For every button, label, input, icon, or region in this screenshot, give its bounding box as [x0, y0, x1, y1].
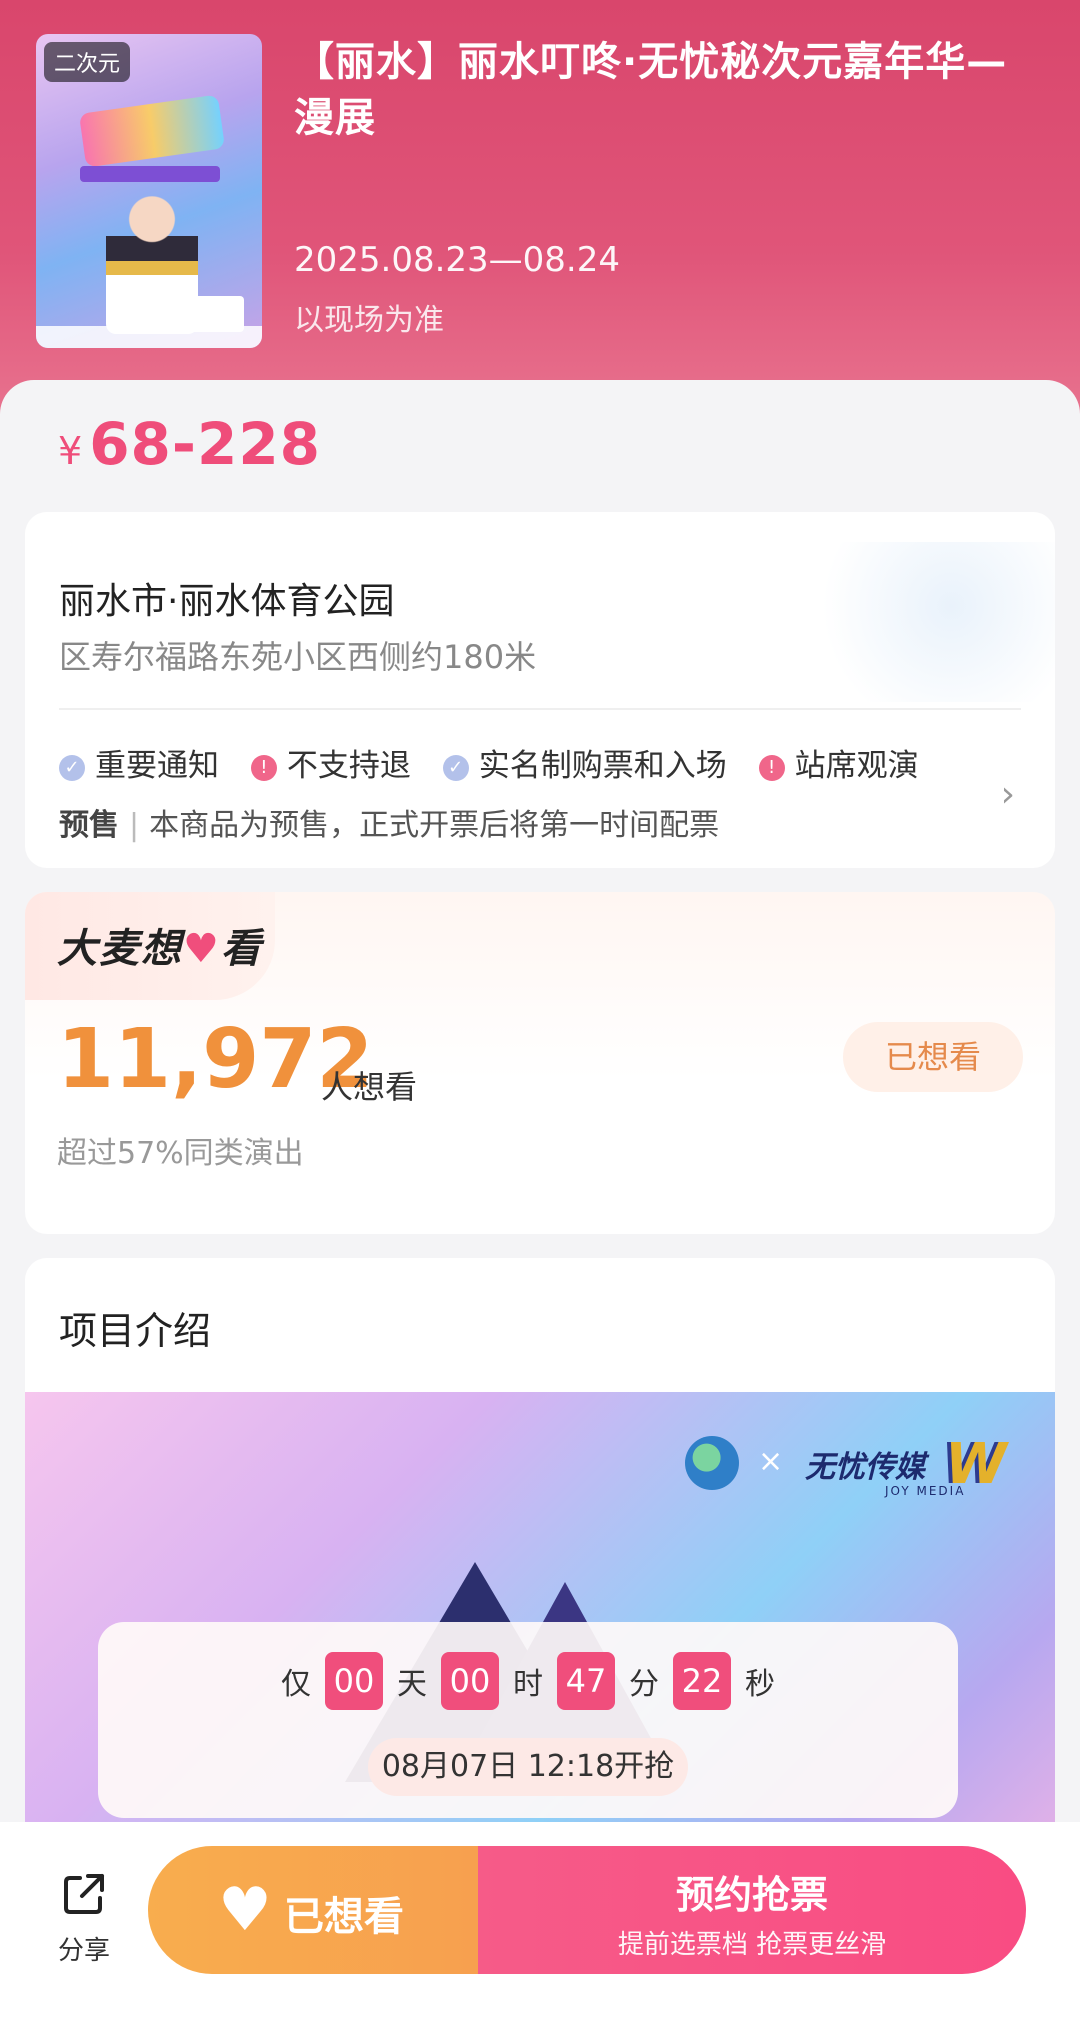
policy-tags[interactable]: ✓ 重要通知 ! 不支持退 ✓ 实名制购票和入场 ! 站席观演 — [59, 740, 989, 790]
want-badge-title: 大麦想♥看 — [57, 926, 263, 972]
warning-icon: ! — [758, 755, 785, 781]
venue-address: 区寿尔福路东苑小区西侧约180米 — [59, 638, 537, 676]
separator: | — [129, 808, 140, 843]
tag-no-refund: ! 不支持退 — [250, 740, 411, 785]
presale-label: 预售 — [59, 808, 119, 843]
tag-important-notice: ✓ 重要通知 — [59, 740, 219, 785]
want-to-see-button[interactable]: ♥ 已想看 — [148, 1846, 478, 1974]
collab-x: × — [758, 1444, 784, 1479]
event-date-note: 以现场为准 — [294, 303, 444, 338]
warning-icon: ! — [250, 755, 277, 781]
want-to-see-card: 大麦想♥看 11,972 人想看 超过57%同类演出 已想看 — [25, 892, 1055, 1234]
section-title: 项目介绍 — [59, 1309, 212, 1353]
poster-sponsor-strip — [36, 326, 262, 348]
venue-name: 丽水市·丽水体育公园 — [59, 581, 395, 622]
book-button-label: 预约抢票 — [675, 1873, 828, 1917]
share-icon — [64, 1874, 104, 1914]
book-ticket-button[interactable]: 预约抢票 提前选票档 抢票更丝滑 — [478, 1846, 1026, 1974]
bottom-action-bar: 分享 ♥ 已想看 预约抢票 提前选票档 抢票更丝滑 — [0, 1822, 1080, 2029]
want-count-unit: 人想看 — [321, 1068, 418, 1106]
price-range: ¥68-228 — [58, 410, 321, 478]
venue-map-decoration — [795, 542, 1055, 702]
category-tag: 二次元 — [44, 42, 131, 82]
check-info-icon: ✓ — [442, 755, 469, 781]
chevron-right-icon[interactable]: › — [1001, 774, 1015, 815]
check-info-icon: ✓ — [59, 755, 85, 781]
heart-icon: ♥ — [183, 926, 221, 972]
event-header: 二次元 【丽水】丽水叮咚·无忧秘次元嘉年华—漫展 2025.08.23—08.2… — [0, 0, 1080, 420]
tag-standing: ! 站席观演 — [758, 740, 919, 785]
wanted-button[interactable]: 已想看 — [843, 1022, 1023, 1092]
countdown-days: 00 — [325, 1652, 383, 1710]
price-value: 68-228 — [89, 410, 322, 478]
event-title: 【丽水】丽水叮咚·无忧秘次元嘉年华—漫展 — [294, 39, 1008, 141]
damai-want-badge: 大麦想♥看 — [25, 892, 275, 1000]
book-button-sublabel: 提前选票档 抢票更丝滑 — [617, 1930, 887, 1960]
countdown-timer: 仅 00 天 00 时 47 分 22 秒 — [98, 1652, 958, 1710]
poster-character-art — [106, 194, 198, 334]
sale-countdown: 仅 00 天 00 时 47 分 22 秒 08月07日 12:18开抢 — [98, 1622, 958, 1818]
want-button-label: 已想看 — [284, 1894, 404, 1940]
presale-note: 预售 | 本商品为预售，正式开票后将第一时间配票 — [59, 800, 719, 844]
share-button[interactable]: 分享 — [52, 1868, 116, 1967]
presale-text: 本商品为预售，正式开票后将第一时间配票 — [149, 808, 720, 843]
brand-logo: W — [945, 1432, 1007, 1497]
tag-real-name: ✓ 实名制购票和入场 — [442, 740, 727, 785]
divider — [59, 708, 1021, 710]
currency-symbol: ¥ — [58, 429, 84, 473]
sale-start-time: 08月07日 12:18开抢 — [368, 1738, 688, 1796]
heart-icon: ♥ — [218, 1875, 272, 1945]
venue-card[interactable]: 丽水市·丽水体育公园 区寿尔福路东苑小区西侧约180米 ✓ 重要通知 ! 不支持退 … — [25, 512, 1055, 868]
partner-logo — [685, 1436, 739, 1490]
poster-logo-art — [78, 94, 226, 168]
event-poster[interactable]: 二次元 — [36, 34, 262, 348]
countdown-seconds: 22 — [673, 1652, 731, 1710]
want-compare-text: 超过57%同类演出 — [57, 1136, 304, 1171]
brand-name: 无忧传媒 — [805, 1450, 925, 1485]
poster-subtitle-bar — [80, 166, 220, 182]
countdown-hours: 00 — [441, 1652, 499, 1710]
share-label: 分享 — [57, 1936, 110, 1966]
event-date: 2025.08.23—08.24 — [294, 240, 621, 280]
countdown-minutes: 47 — [557, 1652, 615, 1710]
